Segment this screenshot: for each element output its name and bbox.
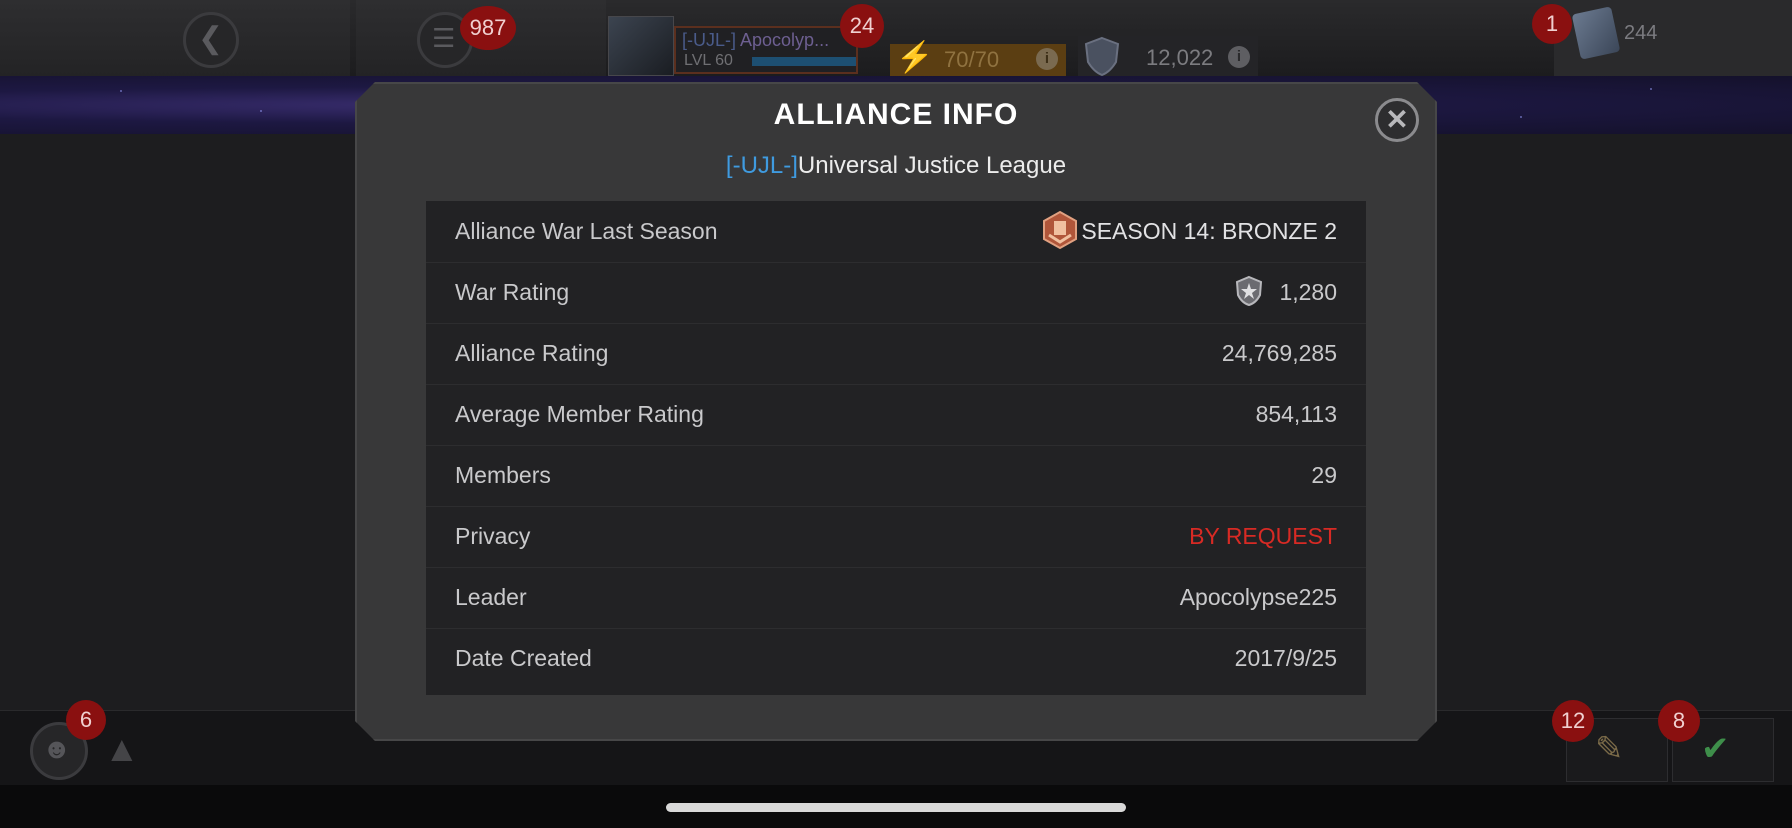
row-value: 854,113 — [1255, 401, 1337, 427]
people-icon: ☻ — [42, 733, 72, 764]
alliance-info-table: Alliance War Last Season SEASON 14: BRON… — [426, 201, 1366, 695]
row-members: Members 29 — [426, 445, 1366, 507]
leader-value[interactable]: Apocolypse225 — [1180, 584, 1337, 611]
back-button[interactable]: ❮ — [183, 12, 239, 68]
privacy-value: BY REQUEST — [1189, 523, 1337, 549]
bronze-season-icon — [1043, 210, 1077, 250]
done-badge: 8 — [1658, 700, 1700, 742]
checkmark-icon: ✔ — [1701, 730, 1730, 768]
row-value: 2017/9/25 — [1234, 645, 1337, 671]
rating-info-icon[interactable]: i — [1228, 46, 1250, 68]
alliance-shield-icon[interactable]: ▲ — [104, 728, 140, 770]
row-label: Alliance Rating — [455, 340, 609, 366]
units-card-icon — [1571, 6, 1621, 60]
row-alliance-rating: Alliance Rating 24,769,285 — [426, 323, 1366, 385]
shield-icon — [1084, 36, 1120, 77]
row-war-last-season: Alliance War Last Season SEASON 14: BRON… — [426, 201, 1366, 263]
energy-bolt-icon: ⚡ — [896, 41, 934, 74]
back-arrow-icon: ❮ — [198, 22, 224, 55]
energy-meter[interactable]: ⚡ 70/70 i — [890, 41, 1066, 76]
row-label: Members — [455, 462, 551, 488]
player-profile[interactable]: [-UJL-] Apocolyp... LVL 60 — [606, 12, 862, 76]
close-button[interactable]: ✕ — [1375, 98, 1419, 142]
alliance-info-modal: ALLIANCE INFO ✕ [-UJL-]Universal Justice… — [355, 82, 1437, 741]
alliance-name: Universal Justice League — [797, 152, 1067, 179]
player-name-text: Apocolyp... — [740, 30, 830, 50]
player-name: [-UJL-] Apocolyp... — [682, 30, 829, 51]
alliance-name-line: [-UJL-]Universal Justice League — [355, 152, 1437, 180]
row-label: Average Member Rating — [455, 401, 704, 427]
row-label: Leader — [455, 584, 527, 610]
war-rating-hud-value: 12,022 — [1146, 45, 1214, 70]
modal-title: ALLIANCE INFO — [773, 98, 1019, 131]
player-alliance-tag: [-UJL-] — [682, 30, 736, 50]
close-icon: ✕ — [1385, 104, 1409, 135]
row-value: 1,280 — [1279, 279, 1337, 305]
energy-info-icon[interactable]: i — [1036, 48, 1058, 70]
profile-badge: 24 — [840, 4, 884, 48]
menu-icon: ☰ — [432, 23, 456, 53]
row-label: Date Created — [455, 645, 592, 671]
player-level: LVL 60 — [684, 52, 733, 69]
row-value: SEASON 14: BRONZE 2 — [1081, 218, 1337, 244]
player-portrait — [608, 16, 674, 76]
row-privacy: Privacy BY REQUEST — [426, 506, 1366, 568]
war-rating-icon — [1235, 275, 1263, 307]
row-label: War Rating — [455, 279, 570, 305]
row-value: 24,769,285 — [1221, 340, 1337, 366]
war-rating-hud[interactable]: 12,022 i — [1078, 36, 1258, 77]
units-count: 244 — [1624, 22, 1658, 44]
row-label: Privacy — [455, 523, 531, 549]
quests-badge: 12 — [1552, 700, 1594, 742]
alliance-badge: 6 — [66, 700, 106, 740]
row-value: 29 — [1311, 462, 1337, 488]
menu-badge: 987 — [460, 6, 516, 50]
row-average-member-rating: Average Member Rating 854,113 — [426, 384, 1366, 446]
hud-segment-back — [0, 0, 350, 76]
xp-bar — [752, 57, 856, 66]
energy-value: 70/70 — [944, 47, 1000, 72]
row-war-rating: War Rating 1,280 — [426, 262, 1366, 324]
units-display[interactable]: 244 — [1554, 0, 1792, 76]
row-leader: Leader Apocolypse225 — [426, 567, 1366, 629]
clipboard-icon: ✎ — [1595, 730, 1624, 768]
row-date-created: Date Created 2017/9/25 — [426, 628, 1366, 689]
row-label: Alliance War Last Season — [455, 218, 718, 244]
home-indicator[interactable] — [666, 803, 1126, 812]
units-badge: 1 — [1532, 4, 1572, 44]
alliance-tag: [-UJL-] — [725, 152, 798, 179]
